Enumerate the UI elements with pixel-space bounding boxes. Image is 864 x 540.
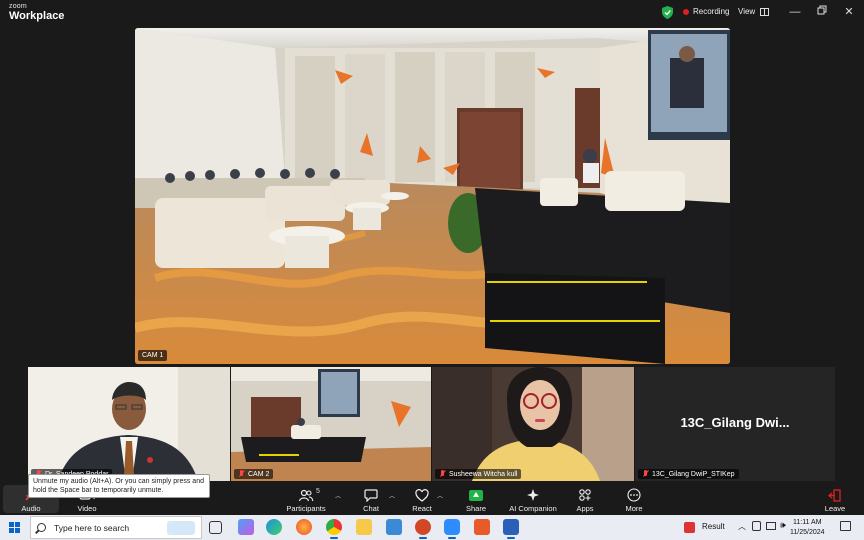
participants-icon [298, 488, 314, 502]
close-icon[interactable]: ✕ [842, 5, 856, 19]
volume-icon[interactable]: 🕪 [780, 520, 786, 531]
participant-video [432, 367, 634, 481]
grid-icon [760, 7, 770, 16]
participant-tile-susheewa[interactable]: Susheewa Witcha kull [432, 367, 634, 481]
firefox-icon[interactable] [296, 519, 312, 535]
zoom-window: zoom Workplace Recording View — ✕ CAM 1 … [0, 0, 864, 540]
heart-icon [414, 488, 430, 502]
news-icon[interactable] [684, 522, 695, 533]
participants-count: 5 [316, 488, 320, 495]
app-orange-icon[interactable] [474, 519, 490, 535]
word-icon[interactable] [503, 519, 519, 535]
word-active-indicator [507, 537, 515, 539]
notifications-icon[interactable] [840, 521, 851, 531]
recording-dot-icon [683, 8, 689, 15]
meet-now-icon[interactable] [752, 521, 761, 531]
leave-button[interactable]: Leave [805, 485, 864, 513]
taskbar-search-box[interactable]: Type here to search [30, 516, 202, 539]
edge-icon[interactable] [266, 519, 282, 535]
share-label: Share [465, 504, 486, 513]
file-explorer-icon[interactable] [356, 519, 372, 535]
react-button[interactable]: React [392, 485, 452, 513]
minimize-icon[interactable]: — [788, 5, 802, 19]
brand-top: zoom [9, 3, 27, 10]
main-video-label: CAM 1 [138, 350, 168, 361]
mic-muted-icon [439, 470, 446, 478]
network-icon[interactable] [766, 522, 776, 530]
zoom-active-indicator [448, 537, 456, 539]
copilot-icon[interactable] [238, 519, 254, 535]
leave-label: Leave [824, 504, 846, 513]
clock-date: 11/25/2024 [790, 529, 825, 536]
participant-name: CAM 2 [248, 470, 270, 478]
participant-name-tag: CAM 2 [234, 469, 274, 479]
participant-video [231, 367, 431, 481]
participant-tile-cam2[interactable]: CAM 2 [231, 367, 431, 481]
video-label: Video [77, 504, 97, 513]
share-screen-icon [468, 488, 484, 502]
shield-icon[interactable] [662, 6, 673, 19]
react-label: React [412, 504, 432, 513]
participants-button[interactable]: Participants [276, 485, 336, 513]
participants-label: Participants [286, 504, 326, 513]
view-button[interactable]: View [738, 7, 770, 16]
conference-room-image [135, 28, 730, 364]
windows-start-icon[interactable] [9, 522, 20, 533]
windows-taskbar: Type here to search Result ︿ 🕪 11:11 AM … [0, 515, 864, 540]
recording-indicator[interactable]: Recording [683, 7, 729, 16]
search-icon [37, 523, 46, 532]
react-caret-icon[interactable]: ︿ [437, 491, 443, 500]
ai-companion-button[interactable]: AI Companion [503, 485, 563, 513]
recording-label: Recording [693, 7, 730, 16]
leave-door-icon [827, 488, 843, 502]
participant-name-tag: 13C_Gilang DwiP_STIKep [638, 469, 739, 479]
participant-tile-sandeep[interactable]: Dr. Sandeep Poddar [28, 367, 230, 481]
apps-icon [577, 488, 593, 502]
app-brand: zoom Workplace [9, 3, 64, 22]
participant-video [28, 367, 230, 481]
system-clock[interactable]: 11:11 AM 11/25/2024 [790, 518, 825, 538]
view-label: View [738, 7, 756, 16]
title-bar: zoom Workplace Recording View — ✕ [0, 0, 864, 26]
participant-tile-gilang[interactable]: 13C_Gilang Dwi... 13C_Gilang DwiP_STIKep [635, 367, 835, 481]
ai-companion-label: AI Companion [509, 504, 557, 513]
tray-overflow-icon[interactable]: ︿ [738, 521, 746, 532]
more-button[interactable]: More [604, 485, 664, 513]
audio-label: Audio [21, 504, 41, 513]
participant-display-name: 13C_Gilang Dwi... [680, 415, 790, 430]
powerpoint-icon[interactable] [415, 519, 431, 535]
weather-widget[interactable]: Result [702, 522, 725, 531]
chat-bubble-icon [363, 488, 379, 502]
powerpoint-active-indicator [419, 537, 427, 539]
participant-name: Susheewa Witcha kull [449, 470, 518, 478]
chrome-icon[interactable] [326, 519, 342, 535]
chrome-active-indicator [330, 537, 338, 539]
search-highlight-icon [167, 521, 195, 535]
main-video-tile[interactable]: CAM 1 [135, 28, 730, 364]
zoom-icon[interactable] [444, 519, 460, 535]
share-button[interactable]: Share [446, 485, 506, 513]
search-placeholder: Type here to search [54, 522, 130, 533]
sparkle-icon [525, 488, 541, 502]
clock-time: 11:11 AM [792, 519, 822, 526]
mic-muted-icon [238, 470, 245, 478]
more-label: More [625, 504, 643, 513]
participant-name-tag: Susheewa Witcha kull [435, 469, 522, 479]
paint-icon[interactable] [386, 519, 402, 535]
brand-name: Workplace [9, 10, 65, 22]
apps-label: Apps [576, 504, 594, 513]
chat-label: Chat [363, 504, 379, 513]
participant-name: 13C_Gilang DwiP_STIKep [652, 470, 735, 478]
restore-icon[interactable] [815, 5, 829, 19]
mic-muted-icon [642, 470, 649, 478]
more-dots-icon [626, 488, 642, 502]
task-view-icon[interactable] [209, 521, 222, 534]
unmute-tooltip: Unmute my audio (Alt+A). Or you can simp… [28, 474, 210, 498]
